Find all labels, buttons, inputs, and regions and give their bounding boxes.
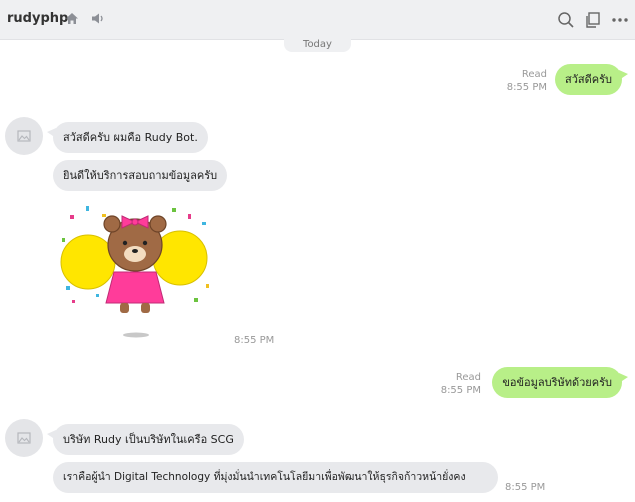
confetti [66, 286, 70, 290]
outgoing-message[interactable]: สวัสดีครับ [555, 64, 628, 95]
message-time: 8:55 PM [506, 82, 547, 93]
chat-header: rudyphp [0, 0, 635, 40]
bear-nose [132, 249, 138, 253]
message-time: 8:55 PM [505, 482, 546, 493]
confetti [202, 222, 206, 225]
home-icon[interactable] [65, 12, 79, 25]
chat-title: rudyphp [7, 11, 69, 26]
confetti [70, 215, 74, 219]
confetti [86, 206, 89, 211]
confetti [96, 294, 99, 297]
incoming-message[interactable]: บริษัท Rudy เป็นบริษัทในเครือ SCG [47, 424, 244, 455]
leg [120, 303, 129, 313]
message-time: 8:55 PM [440, 385, 481, 396]
confetti [194, 298, 198, 302]
read-receipt: Read [455, 372, 481, 383]
leg [141, 303, 150, 313]
bear-muzzle [124, 246, 146, 262]
confetti [102, 214, 106, 217]
date-separator: Today [284, 38, 351, 52]
incoming-message[interactable]: สวัสดีครับ ผมคือ Rudy Bot. [47, 122, 208, 153]
avatar[interactable] [5, 117, 43, 155]
more-icon[interactable] [610, 10, 630, 30]
confetti [172, 208, 176, 212]
message-time: 8:55 PM [234, 335, 275, 346]
avatar[interactable] [5, 419, 43, 457]
notes-icon[interactable] [583, 10, 603, 30]
search-icon[interactable] [556, 10, 576, 30]
confetti [72, 300, 75, 303]
sticker-shadow [123, 332, 149, 338]
skirt [105, 271, 165, 304]
speaker-icon[interactable] [91, 12, 105, 25]
confetti [62, 238, 65, 242]
image-placeholder-icon [17, 130, 31, 142]
image-placeholder-icon [17, 432, 31, 444]
cheerleader-bear-sticker[interactable] [56, 200, 221, 340]
confetti [206, 284, 209, 288]
outgoing-message[interactable]: ขอข้อมูลบริษัทด้วยครับ [492, 367, 628, 398]
message-meta: Read 8:55 PM [507, 68, 547, 94]
message-meta: Read 8:55 PM [441, 371, 481, 397]
bow-knot [131, 218, 139, 226]
bear-eye [122, 240, 128, 246]
incoming-message[interactable]: เราคือผู้นำ Digital Technology ที่มุ่งมั… [53, 462, 498, 493]
confetti [188, 214, 191, 219]
incoming-message[interactable]: ยินดีให้บริการสอบถามข้อมูลครับ [53, 160, 228, 191]
pom-pom [60, 234, 116, 290]
bear-ear [103, 215, 121, 233]
read-receipt: Read [521, 69, 547, 80]
bear-eye [142, 240, 148, 246]
bear-ear [149, 215, 167, 233]
